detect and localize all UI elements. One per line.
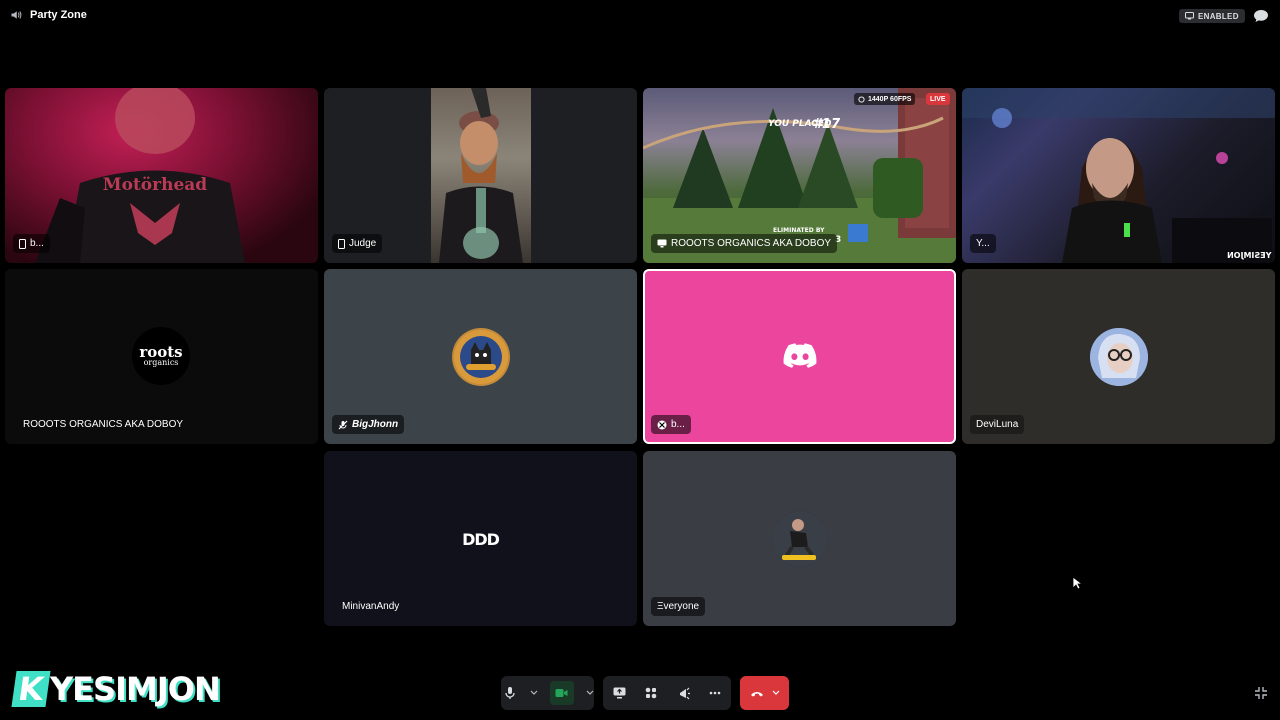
video-feed	[431, 88, 531, 263]
avatar	[1089, 327, 1148, 386]
video-feed: Motörhead	[35, 88, 245, 263]
participant-label: Ξveryone	[651, 597, 706, 616]
soundboard-icon	[679, 687, 690, 699]
live-badge: LIVE	[926, 93, 950, 105]
channel-logo: DDD	[462, 530, 500, 549]
screen-share-icon	[613, 687, 625, 699]
participant-label: ROOOTS ORGANICS AKA DOBOY	[651, 234, 838, 253]
participant-name: DeviLuna	[976, 419, 1019, 430]
participant-name: MinivanAndy	[342, 601, 400, 612]
discord-logo-icon	[783, 343, 817, 368]
speaker-icon	[11, 11, 22, 19]
video-tile-1[interactable]: Motörhead b...	[5, 88, 318, 263]
participant-label: MinivanAndy	[336, 597, 405, 616]
screen-icon	[1185, 12, 1194, 20]
participant-name: b...	[671, 419, 685, 430]
avatar-image	[453, 329, 508, 384]
game-place-number: #17	[813, 117, 841, 132]
activities-button[interactable]	[643, 685, 659, 701]
brand-k-logo: K	[11, 670, 51, 708]
video-tile-4[interactable]: YESIMJON Y...	[962, 88, 1275, 263]
avatar-image	[1089, 327, 1148, 386]
participant-tile-6[interactable]: BigJhonn	[324, 269, 637, 444]
microphone-icon	[504, 687, 515, 699]
participant-label: Judge	[332, 234, 383, 253]
top-bar: Party Zone ENABLED	[0, 0, 1280, 32]
chevron-down-icon[interactable]	[586, 690, 594, 696]
camera-button[interactable]	[549, 681, 574, 705]
brand-text: YESIMJON	[50, 670, 221, 708]
activity-controls	[603, 676, 731, 710]
phone-icon	[19, 238, 26, 249]
more-icon	[709, 691, 721, 695]
channel-header[interactable]: Party Zone	[10, 9, 87, 21]
participant-tile-5[interactable]: roots organics ROOOTS ORGANICS AKA DOBOY	[5, 269, 318, 444]
game-elim-text: ELIMINATED BY	[773, 227, 825, 234]
person-silhouette	[439, 88, 523, 263]
hang-up-icon	[750, 691, 763, 696]
more-button[interactable]	[707, 685, 723, 701]
avatar	[451, 327, 510, 386]
stream-quality-badge: 1440P 60FPS	[854, 93, 916, 105]
chevron-down-icon[interactable]	[772, 690, 780, 696]
participant-name: Y...	[976, 238, 990, 249]
live-text: LIVE	[930, 95, 946, 103]
participant-name: Ξveryone	[657, 601, 700, 612]
streamer-brand-overlay: K YESIMJON	[11, 668, 238, 710]
roots-organics-logo: roots organics	[132, 327, 190, 385]
screen-share-button[interactable]	[611, 685, 627, 701]
phone-icon	[338, 238, 345, 249]
participant-tile-8[interactable]: DeviLuna	[962, 269, 1275, 444]
screen-share-icon	[657, 239, 667, 248]
quality-icon	[858, 95, 865, 103]
participant-tile-9[interactable]: DDD MinivanAndy	[324, 451, 637, 626]
mouse-cursor-icon	[1072, 576, 1082, 590]
logo-line-1: roots	[139, 342, 183, 361]
camera-icon	[555, 689, 568, 697]
stream-quality-text: 1440P 60FPS	[868, 95, 912, 103]
channel-name: Party Zone	[30, 9, 87, 21]
participant-label: b...	[13, 234, 50, 253]
participant-name: BigJhonn	[352, 419, 399, 430]
shirt-text: Motörhead	[103, 175, 207, 195]
video-tile-2[interactable]: Judge	[324, 88, 637, 263]
enabled-badge[interactable]: ENABLED	[1179, 9, 1245, 23]
enabled-text: ENABLED	[1198, 11, 1239, 21]
participant-label: Y...	[970, 234, 996, 253]
logo-line-2: organics	[143, 357, 179, 367]
participant-label: DeviLuna	[970, 415, 1025, 434]
chat-bubble-icon[interactable]	[1253, 9, 1269, 23]
participant-name: Judge	[349, 238, 377, 249]
chevron-down-icon[interactable]	[530, 690, 538, 696]
audio-video-controls	[501, 676, 594, 710]
participant-tile-10[interactable]: Ξveryone	[643, 451, 956, 626]
participant-label: ROOOTS ORGANICS AKA DOBOY	[17, 415, 189, 434]
participant-name: ROOOTS ORGANICS AKA DOBOY	[671, 238, 832, 249]
video-tile-3[interactable]: YOU PLACED #17 ELIMINATED BY 3 1440P 60F…	[643, 88, 956, 263]
soundboard-button[interactable]	[675, 685, 691, 701]
participant-name: b...	[30, 238, 44, 249]
participant-label: BigJhonn	[332, 415, 405, 434]
activities-icon	[645, 687, 657, 699]
avatar	[771, 510, 828, 567]
avatar-image	[771, 510, 828, 567]
exit-fullscreen-icon[interactable]	[1254, 686, 1268, 700]
participant-tile-7[interactable]: b...	[643, 269, 956, 444]
overlay-text: YESIMJON	[1226, 251, 1271, 260]
microphone-button[interactable]	[502, 685, 518, 701]
muted-mic-icon	[338, 420, 348, 429]
xbox-icon	[657, 420, 667, 429]
disconnect-button[interactable]	[740, 676, 789, 710]
video-feed	[962, 88, 1275, 263]
participant-label: b...	[651, 415, 691, 434]
participant-name: ROOOTS ORGANICS AKA DOBOY	[23, 419, 184, 430]
